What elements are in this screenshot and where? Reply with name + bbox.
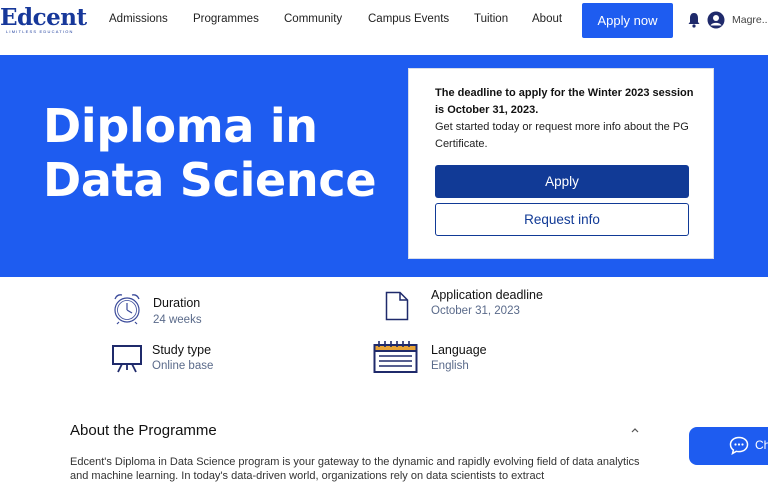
nav-link-programmes[interactable]: Programmes	[193, 13, 259, 25]
info-text: Get started today or request more info a…	[435, 121, 689, 150]
notification-bell-icon[interactable]	[687, 12, 701, 28]
alarm-clock-icon	[114, 294, 140, 325]
deadline-text: The deadline to apply for the Winter 202…	[435, 87, 694, 116]
apply-button[interactable]: Apply	[435, 165, 689, 198]
brand-name: Edcent	[0, 4, 87, 31]
chat-button[interactable]: Ch	[689, 427, 768, 465]
top-navigation: Edcent LIMITLESS EDUCATION Admissions Pr…	[0, 0, 768, 44]
nav-link-about[interactable]: About	[532, 13, 562, 25]
application-card: The deadline to apply for the Winter 202…	[408, 68, 714, 259]
about-heading[interactable]: About the Programme	[70, 422, 217, 439]
study-type-label: Study type	[152, 343, 212, 357]
user-avatar-icon[interactable]	[707, 11, 725, 29]
about-description: Edcent's Diploma in Data Science program…	[70, 456, 640, 482]
nav-link-tuition[interactable]: Tuition	[474, 13, 508, 25]
nav-link-admissions[interactable]: Admissions	[109, 13, 168, 25]
duration-value: 24 weeks	[153, 314, 202, 326]
study-type-value: Online base	[152, 360, 214, 372]
nav-link-community[interactable]: Community	[284, 13, 342, 25]
brand-tagline: LIMITLESS EDUCATION	[6, 29, 74, 34]
calendar-icon	[373, 341, 418, 373]
chevron-up-icon[interactable]	[630, 426, 640, 434]
deadline-value: October 31, 2023	[431, 305, 520, 317]
hero-banner: Diploma in Data Science The deadline to …	[0, 55, 768, 277]
chat-bubble-icon	[729, 436, 749, 455]
presentation-board-icon	[112, 345, 142, 373]
duration-label: Duration	[153, 296, 201, 310]
program-title: Diploma in Data Science	[43, 99, 377, 207]
apply-now-button[interactable]: Apply now	[582, 3, 673, 38]
nav-link-campus-events[interactable]: Campus Events	[368, 13, 449, 25]
chat-label: Ch	[755, 438, 768, 452]
brand-logo[interactable]: Edcent LIMITLESS EDUCATION	[0, 4, 96, 38]
request-info-button[interactable]: Request info	[435, 203, 689, 236]
language-value: English	[431, 360, 469, 372]
user-name[interactable]: Magre...	[732, 14, 768, 26]
language-label: Language	[431, 343, 487, 357]
document-icon	[385, 291, 409, 321]
deadline-label: Application deadline	[431, 288, 543, 302]
